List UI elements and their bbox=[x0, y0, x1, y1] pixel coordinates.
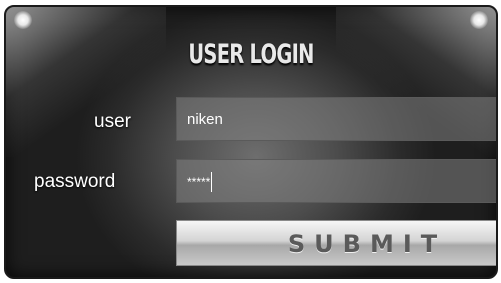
password-input[interactable]: ***** bbox=[176, 159, 496, 203]
password-value: ***** bbox=[187, 175, 211, 189]
text-caret bbox=[211, 172, 213, 192]
user-label: user bbox=[94, 111, 131, 132]
spotlight-left bbox=[6, 7, 166, 157]
login-title: USER LOGIN bbox=[188, 39, 314, 70]
username-input[interactable]: niken bbox=[176, 97, 496, 141]
username-value: niken bbox=[187, 111, 223, 128]
submit-button[interactable]: SUBMIT bbox=[176, 220, 496, 266]
lamp-left-icon bbox=[14, 11, 32, 29]
login-panel: USER LOGIN user niken password ***** SUB… bbox=[4, 5, 498, 279]
lamp-right-icon bbox=[470, 11, 488, 29]
password-label: password bbox=[34, 171, 116, 192]
